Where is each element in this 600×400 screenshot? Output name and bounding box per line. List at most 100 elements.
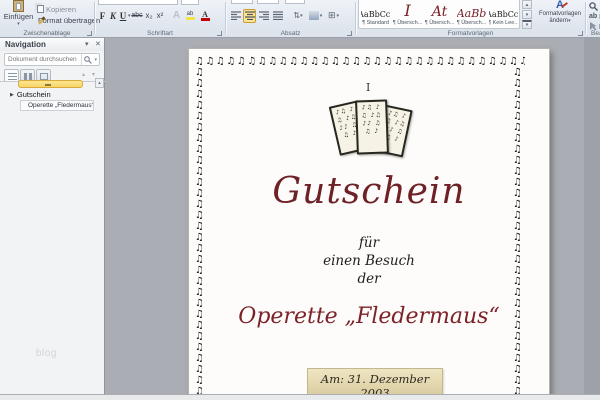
highlight-bar-icon — [185, 17, 195, 20]
paste-button-label: Einfügen — [3, 12, 34, 21]
find-button[interactable]: Suchen — [589, 2, 600, 11]
search-icon — [589, 2, 598, 11]
search-go-button[interactable] — [81, 54, 94, 65]
font-color-bar-icon — [200, 17, 210, 21]
previous-result-icon[interactable]: ▴ — [82, 71, 85, 78]
navigation-title: Navigation — [5, 40, 46, 49]
search-options-dropdown-icon[interactable]: ▾ — [94, 57, 99, 63]
align-left-button[interactable] — [229, 9, 242, 23]
text-cursor: I — [366, 81, 371, 94]
scrollbar-track[interactable] — [584, 38, 600, 400]
justify-button[interactable] — [271, 9, 284, 23]
chevron-down-icon: ▾ — [568, 18, 571, 24]
ribbon-group-styles: AaBbCcl ¶ Standard I ¶ Übersch... At ¶ Ü… — [356, 0, 585, 38]
voucher-title: Gutschein — [272, 171, 466, 212]
music-note-border-right: ♫♫♫♫♫♫♫♫♫♫♫♫♫♫♫♫♫♫♫♫♫♫♫♫♫♫♫♫♫♫♫ — [513, 67, 522, 400]
style-preview: AaBb — [456, 7, 487, 20]
search-box[interactable]: ▾ — [4, 53, 100, 66]
styles-scroll-down-button[interactable]: ▾ — [522, 10, 532, 19]
close-icon[interactable]: ✕ — [95, 40, 101, 48]
replace-icon: ab — [589, 13, 598, 20]
music-note-border-left: ♫♫♫♫♫♫♫♫♫♫♫♫♫♫♫♫♫♫♫♫♫♫♫♫♫♫♫♫♫♫♫ — [195, 67, 204, 400]
clipboard-group-label: Zwischenablage — [23, 30, 71, 37]
navigation-header: Navigation ▾ ✕ — [0, 38, 104, 51]
style-name: ¶ Standard — [362, 20, 389, 26]
subscript-button[interactable]: x₂ — [144, 9, 155, 23]
change-styles-button[interactable]: A Formatvorlagen ändern▾ — [536, 0, 584, 29]
group-divider — [585, 2, 586, 34]
text-effects-button[interactable]: A — [171, 9, 183, 23]
style-name: ¶ Übersch... — [456, 20, 487, 26]
voucher-line-fuer: für — [358, 235, 380, 251]
dialog-launcher-icon[interactable] — [347, 31, 352, 36]
dialog-launcher-icon[interactable] — [578, 31, 583, 36]
style-item-heading2[interactable]: At ¶ Übersch... — [424, 1, 455, 27]
line-spacing-icon: ⇅ — [293, 11, 301, 20]
font-name-combo[interactable] — [98, 0, 178, 5]
sort-button-cutoff[interactable] — [285, 0, 305, 4]
format-painter-button[interactable]: Format übertragen — [37, 15, 100, 25]
nav-heading-operette[interactable]: Operette „Fledermaus“ — [20, 100, 94, 111]
collapse-triangle-icon: ▶ — [10, 91, 14, 98]
indent-button-cutoff[interactable] — [257, 0, 279, 4]
styles-group-label: Formatvorlagen — [447, 30, 494, 37]
bullets-button-cutoff[interactable] — [231, 0, 253, 4]
align-center-button[interactable] — [243, 8, 256, 23]
ticket-card-front: ♪♫ ♪ ♫ ♪♫ ♪♪ ♫ ♫ ♪ — [355, 99, 389, 155]
dialog-launcher-icon[interactable] — [87, 31, 92, 36]
nav-heading-gutschein[interactable]: ▶ Gutschein — [10, 90, 51, 99]
font-color-icon: A — [202, 9, 208, 19]
font-size-combo[interactable] — [181, 0, 199, 5]
nav-heading-current-highlight[interactable] — [18, 80, 83, 88]
dialog-launcher-icon[interactable] — [217, 31, 222, 36]
nav-scroll-up-button[interactable]: ▴ — [95, 78, 104, 88]
ribbon: Einfügen ▾ Kopieren Format übertragen Zw… — [0, 0, 600, 38]
window-bottom-edge — [0, 394, 600, 400]
align-right-button[interactable] — [257, 9, 270, 23]
italic-button[interactable]: K — [108, 9, 118, 23]
font-color-button[interactable]: A — [198, 9, 213, 23]
style-item-standard[interactable]: AaBbCcl ¶ Standard — [360, 1, 391, 27]
bold-button[interactable]: F — [97, 9, 108, 23]
document-page[interactable]: ♫♫♫♫♫♫♫♫♫♫♫♫♫♫♫♫♫♫♫♫♫♫♫♫♫♫♫♫♫♫♫ ♫ ♫ ♫ ♫ ♫ ♫ ♫ ♫… — [189, 49, 549, 400]
shading-button[interactable]: ▾ — [307, 9, 324, 23]
results-tab-icon — [40, 73, 48, 80]
navigation-pane: Navigation ▾ ✕ ▾ ▴ ▾ ▶ Gutschein Operett… — [0, 38, 105, 400]
ribbon-group-font: F K U ▾ abc x₂ x² A ab A Schriftart — [96, 0, 224, 38]
highlight-color-button[interactable]: ab — [183, 9, 198, 23]
chevron-down-icon: ▾ — [17, 21, 20, 27]
headings-tab-icon — [8, 73, 17, 80]
shading-icon — [308, 11, 319, 20]
strikethrough-button[interactable]: abc — [131, 9, 144, 23]
replace-button[interactable]: ab Ersetzen — [589, 12, 600, 21]
style-item-no-spacing[interactable]: AaBbCcl ¶ Kein Lee... — [488, 1, 519, 27]
styles-gallery-more-button[interactable]: ▾ — [522, 20, 532, 29]
style-item-heading3[interactable]: AaBb ¶ Übersch... — [456, 1, 487, 27]
superscript-button[interactable]: x² — [155, 9, 166, 23]
paste-button[interactable]: Einfügen ▾ — [3, 0, 34, 27]
style-item-heading1[interactable]: I ¶ Übersch... — [392, 1, 423, 27]
style-preview: I — [404, 1, 411, 20]
underline-button[interactable]: U — [118, 9, 128, 23]
style-preview: At — [431, 4, 448, 20]
line-spacing-button[interactable]: ⇅ ▾ — [290, 9, 306, 23]
music-notes-icon: ♪♫ ♪ ♫ ♪♫ ♪♪ ♫ ♫ ♪ — [361, 103, 382, 136]
watermark-text: blog — [36, 348, 57, 359]
copy-icon — [37, 5, 44, 13]
voucher-line-der: der — [357, 271, 381, 287]
chevron-down-icon: ▾ — [300, 12, 303, 19]
borders-button[interactable]: ⊞ ▾ — [325, 9, 342, 23]
change-styles-label: Formatvorlagen — [538, 11, 582, 17]
clipboard-icon — [13, 0, 24, 12]
music-note-border-top: ♫♫♫♫♫♫♫♫♫♫♫♫♫♫♫♫♫♫♫♫♫♫♫♫♫♫♫♫♫♫♫♫♫♫♫♫ — [195, 56, 525, 67]
voucher-line-besuch: einen Besuch — [323, 253, 415, 269]
group-divider — [225, 2, 226, 34]
search-input[interactable] — [5, 56, 82, 63]
ribbon-group-editing: Suchen ab Ersetzen Markieren Bearbeiten — [587, 0, 600, 38]
group-divider — [94, 2, 95, 34]
next-result-icon[interactable]: ▾ — [92, 71, 95, 78]
pane-options-dropdown-icon[interactable]: ▾ — [85, 40, 89, 48]
change-styles-icon: A — [536, 0, 584, 11]
styles-scroll-up-button[interactable]: ▴ — [522, 0, 532, 9]
copy-button[interactable]: Kopieren — [37, 4, 93, 14]
